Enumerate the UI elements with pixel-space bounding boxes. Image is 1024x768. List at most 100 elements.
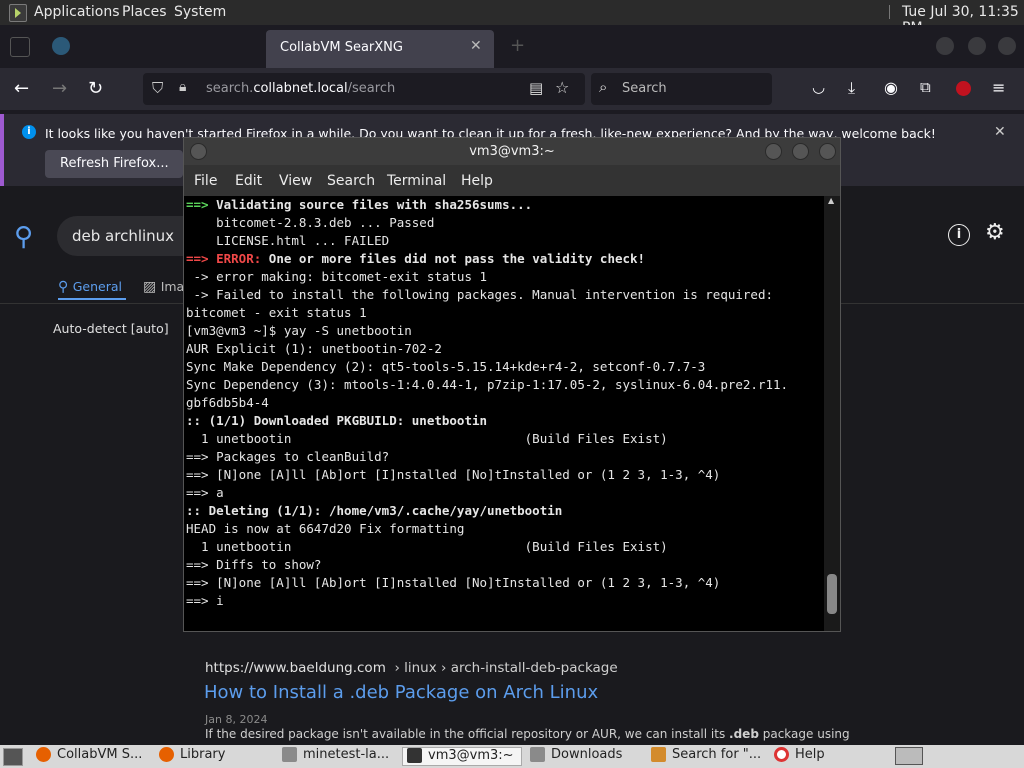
- tab-active[interactable]: CollabVM SearXNG ✕: [266, 30, 494, 68]
- terminal-menu-search[interactable]: Search: [327, 173, 375, 189]
- terminal-line-text: Sync Dependency (3): mtools-1:4.0.44-1, …: [186, 377, 789, 392]
- refresh-firefox-button[interactable]: Refresh Firefox...: [45, 150, 183, 178]
- menu-system[interactable]: System: [174, 4, 226, 20]
- notification-close-icon[interactable]: ✕: [994, 124, 1006, 140]
- terminal-line-text: LICENSE.html ... FAILED: [186, 233, 390, 248]
- taskbar-item-collabvm[interactable]: CollabVM S...: [36, 747, 152, 766]
- terminal-output[interactable]: ==> Validating source files with sha256s…: [184, 196, 824, 631]
- terminal-line: ==> [N]one [A]ll [Ab]ort [I]nstalled [No…: [186, 466, 824, 484]
- menu-places[interactable]: Places: [122, 4, 167, 20]
- terminal-line-text: AUR Explicit (1): unetbootin-702-2: [186, 341, 442, 356]
- menu-applications[interactable]: Applications: [34, 4, 120, 20]
- terminal-prompt-arrow: ==>: [186, 251, 217, 266]
- terminal-line-text: ==> i: [186, 593, 224, 608]
- reader-view-icon[interactable]: ▤: [529, 79, 543, 97]
- minimize-icon[interactable]: [936, 37, 954, 55]
- extensions-icon[interactable]: ⧉: [920, 78, 931, 96]
- top-panel: Applications Places System Tue Jul 30, 1…: [0, 0, 1024, 36]
- query-text: deb archlinux: [72, 227, 175, 245]
- terminal-line-text: ==> a: [186, 485, 224, 500]
- terminal-line-text: One or more files did not pass the valid…: [261, 251, 646, 266]
- terminal-line: bitcomet - exit status 1: [186, 304, 824, 322]
- url-text[interactable]: search.collabnet.local/search: [206, 81, 395, 96]
- terminal-line: 1 unetbootin (Build Files Exist): [186, 430, 824, 448]
- downloads-icon[interactable]: ⤓: [848, 78, 855, 98]
- terminal-minimize-icon[interactable]: [765, 143, 782, 160]
- terminal-scrollbar[interactable]: ▲: [824, 196, 840, 631]
- show-desktop-icon[interactable]: [3, 748, 23, 766]
- info-icon: i: [22, 125, 36, 139]
- maximize-icon[interactable]: [968, 37, 986, 55]
- terminal-line: Sync Make Dependency (2): qt5-tools-5.15…: [186, 358, 824, 376]
- back-icon[interactable]: ←: [14, 78, 29, 99]
- search-bar[interactable]: ⌕ Search: [591, 73, 772, 105]
- close-window-icon[interactable]: [998, 37, 1016, 55]
- terminal-line: ==> a: [186, 484, 824, 502]
- folder-icon: [530, 747, 545, 762]
- taskbar-item-minetest[interactable]: minetest-la...: [282, 747, 398, 766]
- terminal-line: bitcomet-2.8.3.deb ... Passed: [186, 214, 824, 232]
- lock-icon[interactable]: 🔒︎: [179, 79, 186, 95]
- workspace-switcher[interactable]: [895, 747, 923, 765]
- taskbar-item-terminal[interactable]: vm3@vm3:~: [402, 747, 522, 766]
- ublock-origin-icon[interactable]: [956, 81, 971, 96]
- terminal-icon: [407, 748, 422, 763]
- terminal-menu-edit[interactable]: Edit: [235, 173, 262, 189]
- result-path: › linux › arch-install-deb-package: [394, 660, 618, 676]
- taskbar: CollabVM S... Library minetest-la... vm3…: [0, 745, 1024, 768]
- terminal-menu-file[interactable]: File: [194, 173, 217, 189]
- language-autodetect[interactable]: Auto-detect [auto]: [53, 321, 169, 336]
- url-bar[interactable]: ⛉ 🔒︎ search.collabnet.local/search ▤ ☆: [143, 73, 585, 105]
- hamburger-menu-icon[interactable]: ≡: [992, 78, 1005, 97]
- firefox-icon: [159, 747, 174, 762]
- taskbar-item-search[interactable]: Search for "...: [651, 747, 767, 766]
- terminal-line-text: gbf6db5b4-4: [186, 395, 269, 410]
- terminal-error-label: ERROR:: [216, 251, 262, 266]
- terminal-window[interactable]: vm3@vm3:~ File Edit View Search Terminal…: [183, 137, 841, 632]
- terminal-line-text: ==> Diffs to show?: [186, 557, 322, 572]
- shield-icon[interactable]: ⛉: [152, 79, 163, 97]
- tab-general-label: General: [72, 279, 122, 294]
- terminal-menu-help[interactable]: Help: [461, 173, 493, 189]
- terminal-line: HEAD is now at 6647d20 Fix formatting: [186, 520, 824, 538]
- terminal-line-text: :: Deleting (1/1): /home/vm3/.cache/yay/…: [186, 503, 563, 518]
- terminal-menu-view[interactable]: View: [279, 173, 312, 189]
- terminal-line-text: ==> [N]one [A]ll [Ab]ort [I]nstalled [No…: [186, 575, 721, 590]
- terminal-menu-terminal[interactable]: Terminal: [387, 173, 446, 189]
- pocket-icon[interactable]: ◡: [812, 78, 825, 96]
- tab-images-label: Ima: [160, 279, 185, 294]
- terminal-close-icon[interactable]: [819, 143, 836, 160]
- tab-overview-icon[interactable]: [10, 37, 30, 57]
- new-tab-icon[interactable]: +: [510, 35, 525, 56]
- tab-images[interactable]: ▨ Ima: [143, 276, 184, 295]
- searxng-search-icon[interactable]: ⚲: [14, 222, 33, 252]
- terminal-line: LICENSE.html ... FAILED: [186, 232, 824, 250]
- taskbar-item-downloads[interactable]: Downloads: [530, 747, 646, 766]
- about-info-icon[interactable]: i: [948, 224, 970, 246]
- taskbar-item-help[interactable]: Help: [774, 747, 864, 766]
- terminal-line-text: :: (1/1) Downloaded PKGBUILD: unetbootin: [186, 413, 488, 428]
- preferences-gear-icon[interactable]: ⚙: [985, 220, 1005, 245]
- applications-menu-icon[interactable]: [9, 4, 27, 22]
- terminal-line: AUR Explicit (1): unetbootin-702-2: [186, 340, 824, 358]
- tab-close-icon[interactable]: ✕: [470, 38, 482, 54]
- terminal-line-text: ==> Packages to cleanBuild?: [186, 449, 390, 464]
- tab-general[interactable]: ⚲ General: [58, 276, 122, 295]
- scroll-up-icon[interactable]: ▲: [828, 196, 834, 205]
- terminal-titlebar[interactable]: vm3@vm3:~: [184, 138, 840, 165]
- terminal-line: -> error making: bitcomet-exit status 1: [186, 268, 824, 286]
- account-icon[interactable]: ◉: [884, 78, 898, 97]
- terminal-line: :: Deleting (1/1): /home/vm3/.cache/yay/…: [186, 502, 824, 520]
- forward-icon[interactable]: →: [52, 78, 67, 99]
- terminal-maximize-icon[interactable]: [792, 143, 809, 160]
- reload-icon[interactable]: ↻: [88, 78, 103, 99]
- search-icon: ⌕: [599, 78, 608, 96]
- window-menu-icon[interactable]: [190, 143, 207, 160]
- terminal-line-text: -> Failed to install the following packa…: [186, 287, 773, 302]
- bookmark-star-icon[interactable]: ☆: [555, 78, 569, 97]
- terminal-title: vm3@vm3:~: [469, 144, 555, 159]
- taskbar-item-library[interactable]: Library: [159, 747, 275, 766]
- scrollbar-thumb[interactable]: [827, 574, 837, 614]
- result-url[interactable]: https://www.baeldung.com › linux › arch-…: [205, 660, 618, 676]
- result-title[interactable]: How to Install a .deb Package on Arch Li…: [204, 682, 598, 703]
